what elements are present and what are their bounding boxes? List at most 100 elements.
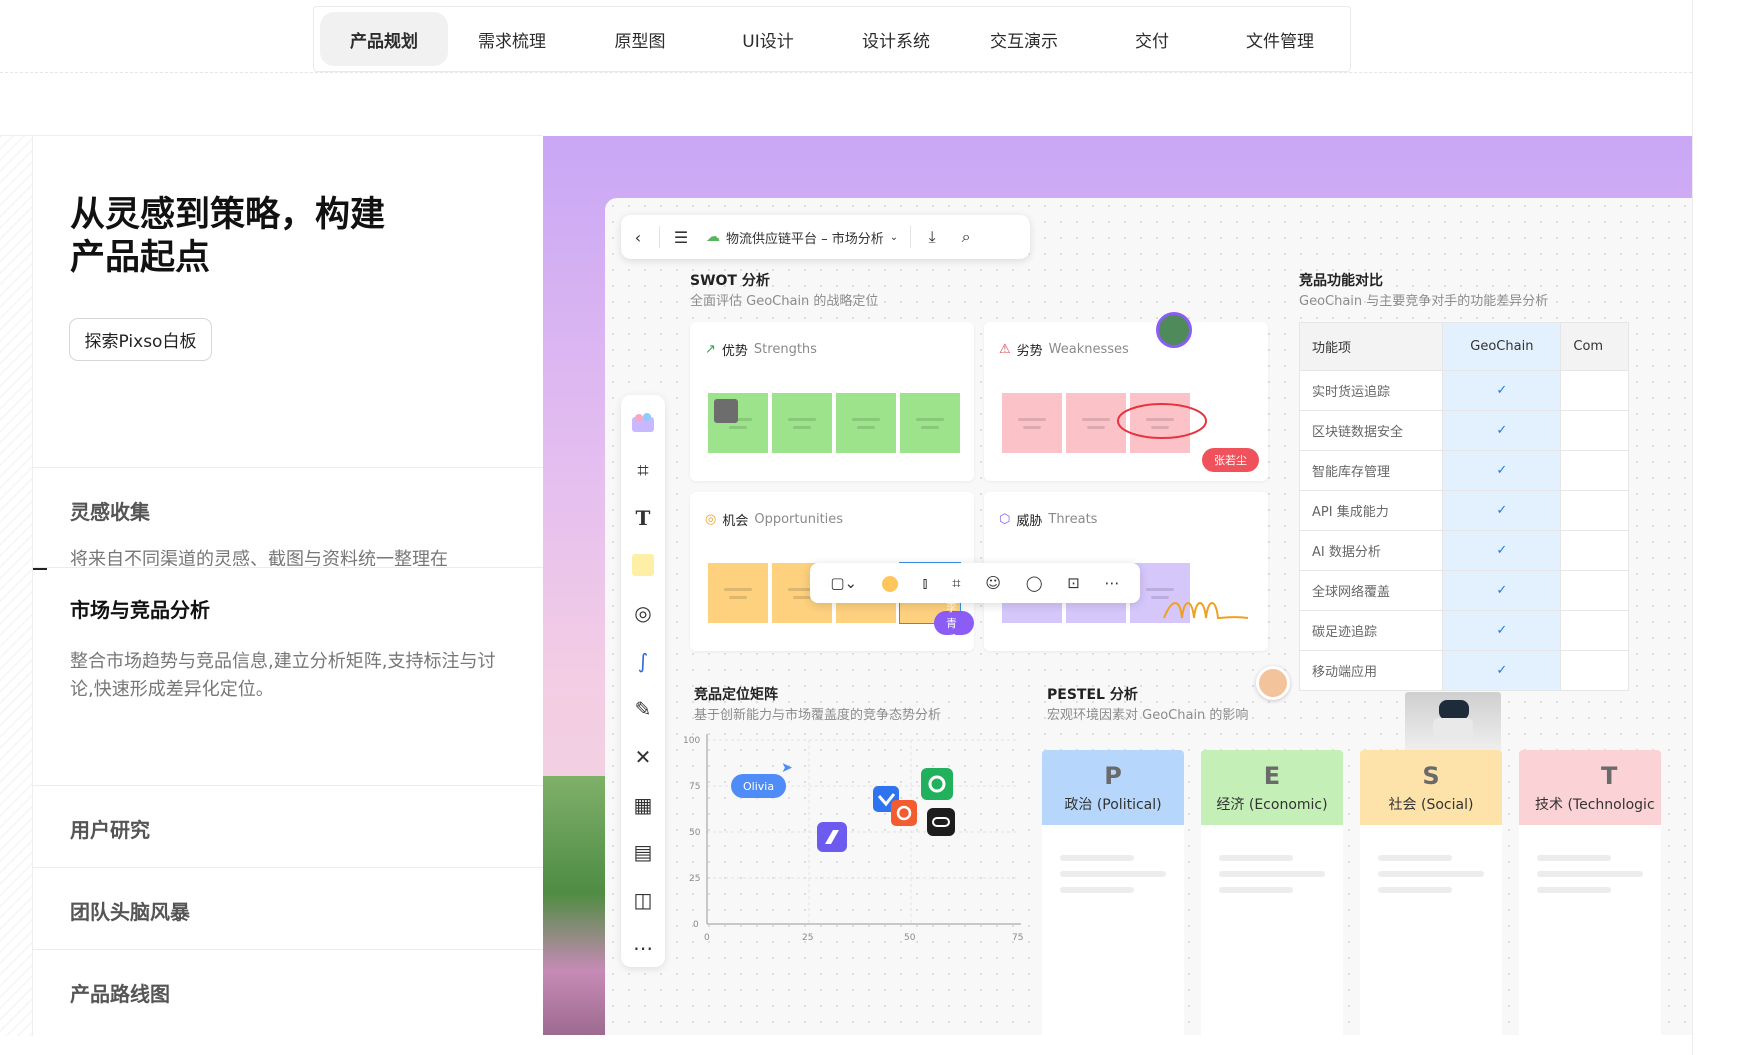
lock-icon[interactable]: ⊡: [1067, 574, 1080, 592]
pestel-letter: P: [1104, 761, 1122, 790]
competitor-logo-green[interactable]: [921, 768, 953, 800]
card-title-en: Opportunities: [754, 512, 844, 527]
check-icon: ✓: [1442, 570, 1562, 611]
download-icon[interactable]: ⤓: [915, 215, 949, 259]
table-row: 全球网络覆盖 ✓: [1298, 570, 1629, 611]
back-icon[interactable]: ‹: [621, 215, 655, 259]
pestel-card-economic[interactable]: E 经济 (Economic): [1201, 750, 1343, 1035]
emoji-icon[interactable]: ☺: [985, 574, 1001, 592]
tab-prototype[interactable]: 原型图: [576, 12, 704, 66]
robot-photo: [1405, 692, 1501, 752]
document-icon[interactable]: ▤: [627, 833, 659, 871]
sticky-note[interactable]: [1002, 393, 1062, 453]
check-icon: ✓: [1442, 490, 1562, 531]
card-title: 机会: [722, 514, 749, 529]
align-icon[interactable]: ⫾: [923, 574, 928, 592]
competitor-logo-black[interactable]: [927, 808, 955, 836]
accordion-item-brainstorm[interactable]: 团队头脑风暴: [33, 867, 543, 949]
competitor-logo-purple[interactable]: [817, 822, 847, 852]
layout-icon[interactable]: ◫: [627, 881, 659, 919]
placeholder-line: [1060, 887, 1134, 893]
accordion-item-market-analysis[interactable]: 市场与竞品分析 整合市场趋势与竞品信息,建立分析矩阵,支持标注与讨论,快速形成差…: [33, 567, 543, 785]
whiteboard-canvas[interactable]: ‹ ☰ ☁ 物流供应链平台 – 市场分析 ⌄ ⤓ ⌕ ⌗ T ◎ ∫ ✎ ✕ ▦: [605, 198, 1692, 1035]
sticky-type-icon[interactable]: ▢⌄: [830, 574, 857, 592]
swot-title: SWOT 分析: [690, 273, 770, 289]
tab-design-system[interactable]: 设计系统: [832, 12, 960, 66]
accordion-item-user-research[interactable]: 用户研究: [33, 785, 543, 867]
annotation-circle: [1117, 403, 1207, 439]
trend-up-icon: ↗: [705, 342, 716, 357]
warning-icon: ⚠: [999, 342, 1011, 357]
tab-requirements[interactable]: 需求梳理: [448, 12, 576, 66]
tool-sidebar: ⌗ T ◎ ∫ ✎ ✕ ▦ ▤ ◫ ⋯: [621, 395, 665, 967]
card-title: 劣势: [1016, 344, 1043, 359]
pestel-card-technological[interactable]: T 技术 (Technologic: [1519, 750, 1661, 1035]
more-icon[interactable]: ⋯: [627, 929, 659, 967]
pestel-letter: S: [1422, 761, 1440, 790]
sticky-note[interactable]: [708, 563, 768, 623]
sticky-note-image[interactable]: [708, 393, 768, 453]
accordion-title: 灵感收集: [70, 500, 150, 524]
placeholder-line: [1060, 871, 1166, 877]
sticky-note-icon[interactable]: [627, 546, 659, 584]
swot-weaknesses-card[interactable]: ⚠ 劣势 Weaknesses 张若尘: [984, 322, 1268, 481]
comment-icon[interactable]: ◯: [1026, 574, 1043, 592]
tab-interaction-demo[interactable]: 交互演示: [960, 12, 1088, 66]
placeholder-line: [1378, 855, 1452, 861]
sticky-note[interactable]: [836, 393, 896, 453]
connector-icon[interactable]: ∫: [627, 642, 659, 680]
accordion-item-roadmap[interactable]: 产品路线图: [33, 949, 543, 1035]
table-row: 区块链数据安全 ✓: [1298, 410, 1629, 451]
canvas-toolbar: ‹ ☰ ☁ 物流供应链平台 – 市场分析 ⌄ ⤓ ⌕: [621, 215, 1030, 259]
accordion-item-inspiration[interactable]: 灵感收集 将来自不同渠道的灵感、截图与资料统一整理在: [33, 467, 543, 567]
empty-cell: [1560, 650, 1629, 691]
text-icon[interactable]: T: [627, 499, 659, 537]
pestel-card-political[interactable]: P 政治 (Political): [1042, 750, 1184, 1035]
table-icon[interactable]: ▦: [627, 786, 659, 824]
table-row: 碳足迹追踪 ✓: [1298, 610, 1629, 651]
feature-cell: 区块链数据安全: [1298, 410, 1444, 451]
tab-product-planning[interactable]: 产品规划: [320, 12, 448, 66]
card-header: ↗ 优势 Strengths: [705, 340, 817, 359]
table-row: API 集成能力 ✓: [1298, 490, 1629, 531]
collaborator-tag: 张若尘: [1202, 448, 1259, 472]
col-header-feature: 功能项: [1298, 322, 1444, 371]
color-picker-icon[interactable]: [881, 574, 898, 592]
sticky-note[interactable]: [900, 393, 960, 453]
collaborator-tag: Olivia: [731, 774, 787, 798]
frame-icon[interactable]: ⌗: [627, 451, 659, 489]
tab-ui-design[interactable]: UI设计: [704, 12, 832, 66]
explore-pixso-button[interactable]: 探索Pixso白板: [69, 318, 212, 361]
accordion-title: 市场与竞品分析: [70, 598, 210, 622]
tag-icon[interactable]: ⌗: [952, 574, 960, 592]
placeholder-line: [1537, 871, 1643, 877]
template-icon[interactable]: [627, 403, 659, 441]
selection-toolbar: ▢⌄ ⫾ ⌗ ☺ ◯ ⊡ ⋯: [810, 563, 1140, 603]
whiteboard-showcase: ‹ ☰ ☁ 物流供应链平台 – 市场分析 ⌄ ⤓ ⌕ ⌗ T ◎ ∫ ✎ ✕ ▦: [543, 136, 1692, 1035]
pen-icon[interactable]: ✎: [627, 690, 659, 728]
tab-file-management[interactable]: 文件管理: [1216, 12, 1344, 66]
pestel-letter: E: [1263, 761, 1281, 790]
sticky-note[interactable]: [772, 393, 832, 453]
shield-icon: ⬡: [999, 512, 1011, 527]
swot-strengths-card[interactable]: ↗ 优势 Strengths: [690, 322, 974, 481]
collaborator-avatar[interactable]: [1156, 312, 1192, 348]
collaborator-avatar[interactable]: [1256, 666, 1290, 700]
shape-icon[interactable]: ◎: [627, 594, 659, 632]
card-header: ⬡ 威胁 Threats: [999, 510, 1097, 529]
pestel-label: 经济 (Economic): [1216, 796, 1328, 813]
more-icon[interactable]: ⋯: [1105, 574, 1120, 592]
mind-map-icon[interactable]: ✕: [627, 738, 659, 776]
tab-delivery[interactable]: 交付: [1088, 12, 1216, 66]
pestel-card-social[interactable]: S 社会 (Social): [1360, 750, 1502, 1035]
search-icon[interactable]: ⌕: [949, 215, 983, 259]
matrix-title: 竞品定位矩阵: [694, 687, 778, 703]
pestel-letter: T: [1601, 761, 1618, 790]
competitor-logo-orange[interactable]: [891, 800, 917, 826]
empty-cell: [1560, 450, 1629, 491]
menu-icon[interactable]: ☰: [664, 215, 698, 259]
feature-cell: 智能库存管理: [1298, 450, 1444, 491]
x-tick: 50: [904, 933, 916, 943]
y-tick: 25: [689, 874, 700, 884]
document-title-dropdown[interactable]: ☁ 物流供应链平台 – 市场分析 ⌄: [698, 228, 906, 247]
